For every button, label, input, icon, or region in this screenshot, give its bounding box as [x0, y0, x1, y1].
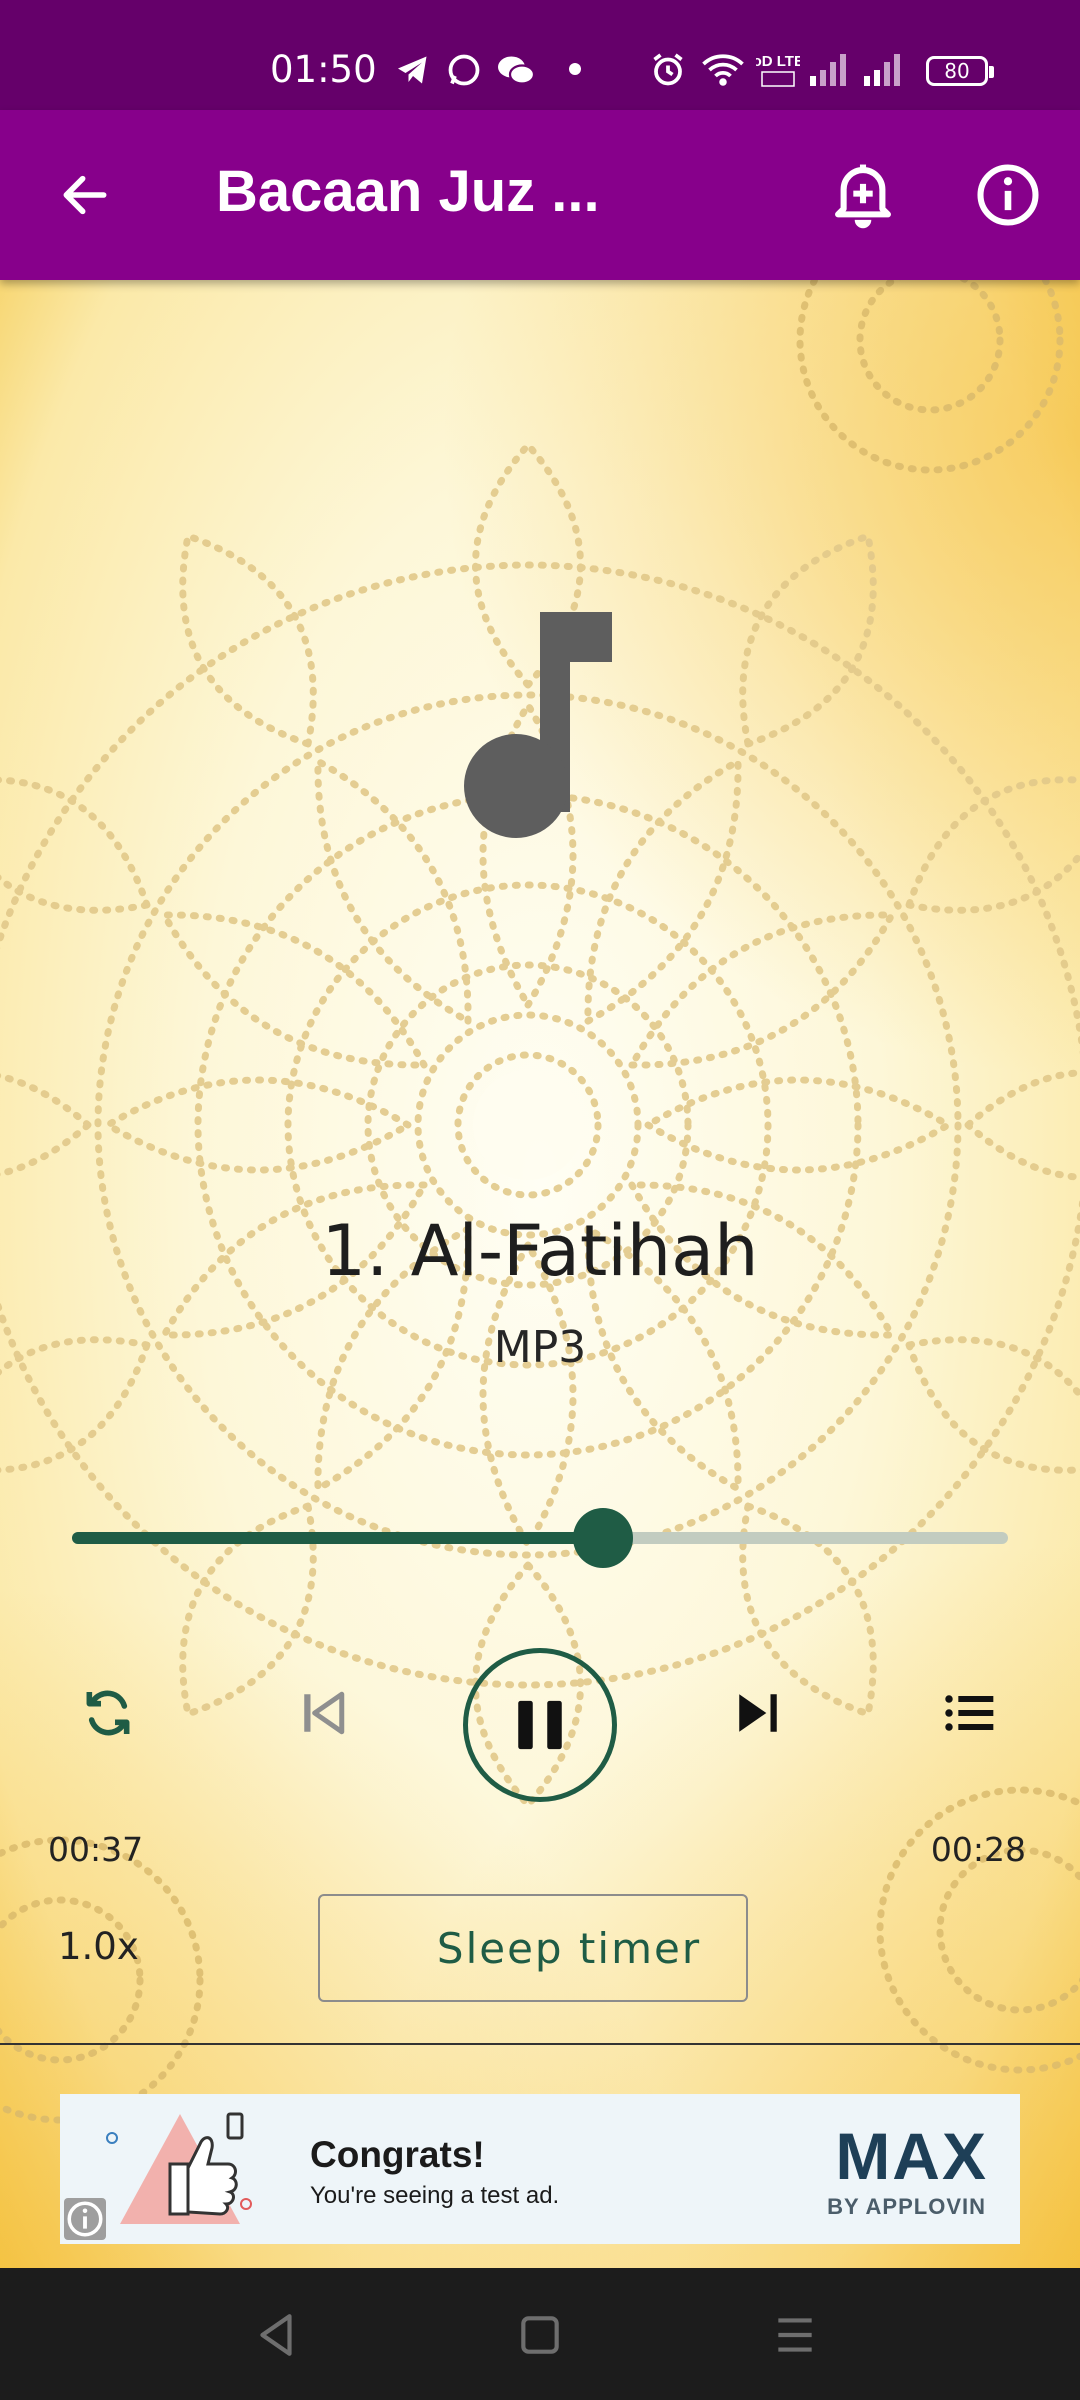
- sleep-timer-label: Sleep timer: [436, 1923, 702, 1973]
- playlist-button[interactable]: [932, 1675, 1008, 1751]
- player-area: 1. Al-Fatihah MP3 00:37 00:28 1.0x Sleep…: [0, 280, 1080, 2268]
- previous-icon: [304, 1691, 345, 1735]
- moon-icon: [375, 1925, 399, 1971]
- remaining-time: 00:28: [930, 1830, 1026, 1869]
- svg-text:VoD LTE2: VoD LTE2: [756, 53, 800, 70]
- seek-thumb[interactable]: [572, 1508, 633, 1568]
- telegram-icon: [398, 56, 427, 84]
- repeat-button[interactable]: [70, 1675, 146, 1751]
- sleep-timer-button[interactable]: Sleep timer: [318, 1894, 748, 2002]
- signal-icon: [810, 54, 900, 86]
- track-format: MP3: [493, 1322, 587, 1373]
- seek-progress: [72, 1532, 603, 1544]
- whatsapp-icon: [448, 54, 480, 86]
- status-time: 01:50: [270, 48, 377, 91]
- playlist-icon: [945, 1695, 994, 1731]
- add-alarm-button[interactable]: [818, 150, 908, 240]
- info-button[interactable]: [963, 150, 1053, 240]
- app-bar: Bacaan Juz ...: [0, 110, 1080, 280]
- wechat-icon: [498, 56, 536, 85]
- next-button[interactable]: [720, 1675, 796, 1751]
- ad-banner[interactable]: Congrats! You're seeing a test ad. MAX B…: [60, 2094, 1020, 2244]
- info-icon: [977, 164, 1039, 226]
- add-alarm-icon: [835, 164, 891, 229]
- track-title: 1. Al-Fatihah: [321, 1210, 759, 1292]
- thumbs-up-icon: [106, 2112, 252, 2224]
- menu-lines-icon[interactable]: [770, 2310, 820, 2360]
- ad-brand: MAX: [835, 2119, 988, 2193]
- elapsed-time: 00:37: [48, 1830, 144, 1869]
- divider: [0, 2043, 1080, 2045]
- network-type-icon: VoD LTE2: [756, 53, 800, 87]
- system-nav-bar: [0, 2268, 1080, 2400]
- ad-brand-sub: BY APPLOVIN: [827, 2194, 986, 2219]
- battery-icon: 80: [926, 56, 994, 86]
- back-button[interactable]: [40, 150, 130, 240]
- dot-icon: [569, 63, 581, 75]
- alarm-icon: [653, 53, 683, 86]
- playback-speed[interactable]: 1.0x: [58, 1925, 139, 1968]
- pause-icon: [518, 1700, 562, 1750]
- home-square-icon[interactable]: [515, 2310, 565, 2360]
- page-title: Bacaan Juz ...: [216, 159, 600, 224]
- ad-headline: Congrats!: [310, 2134, 485, 2175]
- music-note-icon: [464, 612, 612, 838]
- status-bar: 01:50 VoD LTE2 80: [0, 0, 1080, 110]
- pause-button[interactable]: [463, 1648, 617, 1802]
- previous-button[interactable]: [285, 1675, 361, 1751]
- wifi-icon: [702, 54, 744, 86]
- back-arrow-icon: [63, 175, 107, 215]
- ad-body: You're seeing a test ad.: [310, 2182, 560, 2209]
- seek-bar[interactable]: [72, 1508, 1008, 1568]
- back-triangle-icon[interactable]: [252, 2310, 302, 2360]
- repeat-icon: [86, 1690, 130, 1736]
- ad-info-icon[interactable]: [64, 2198, 106, 2240]
- next-icon: [739, 1694, 777, 1732]
